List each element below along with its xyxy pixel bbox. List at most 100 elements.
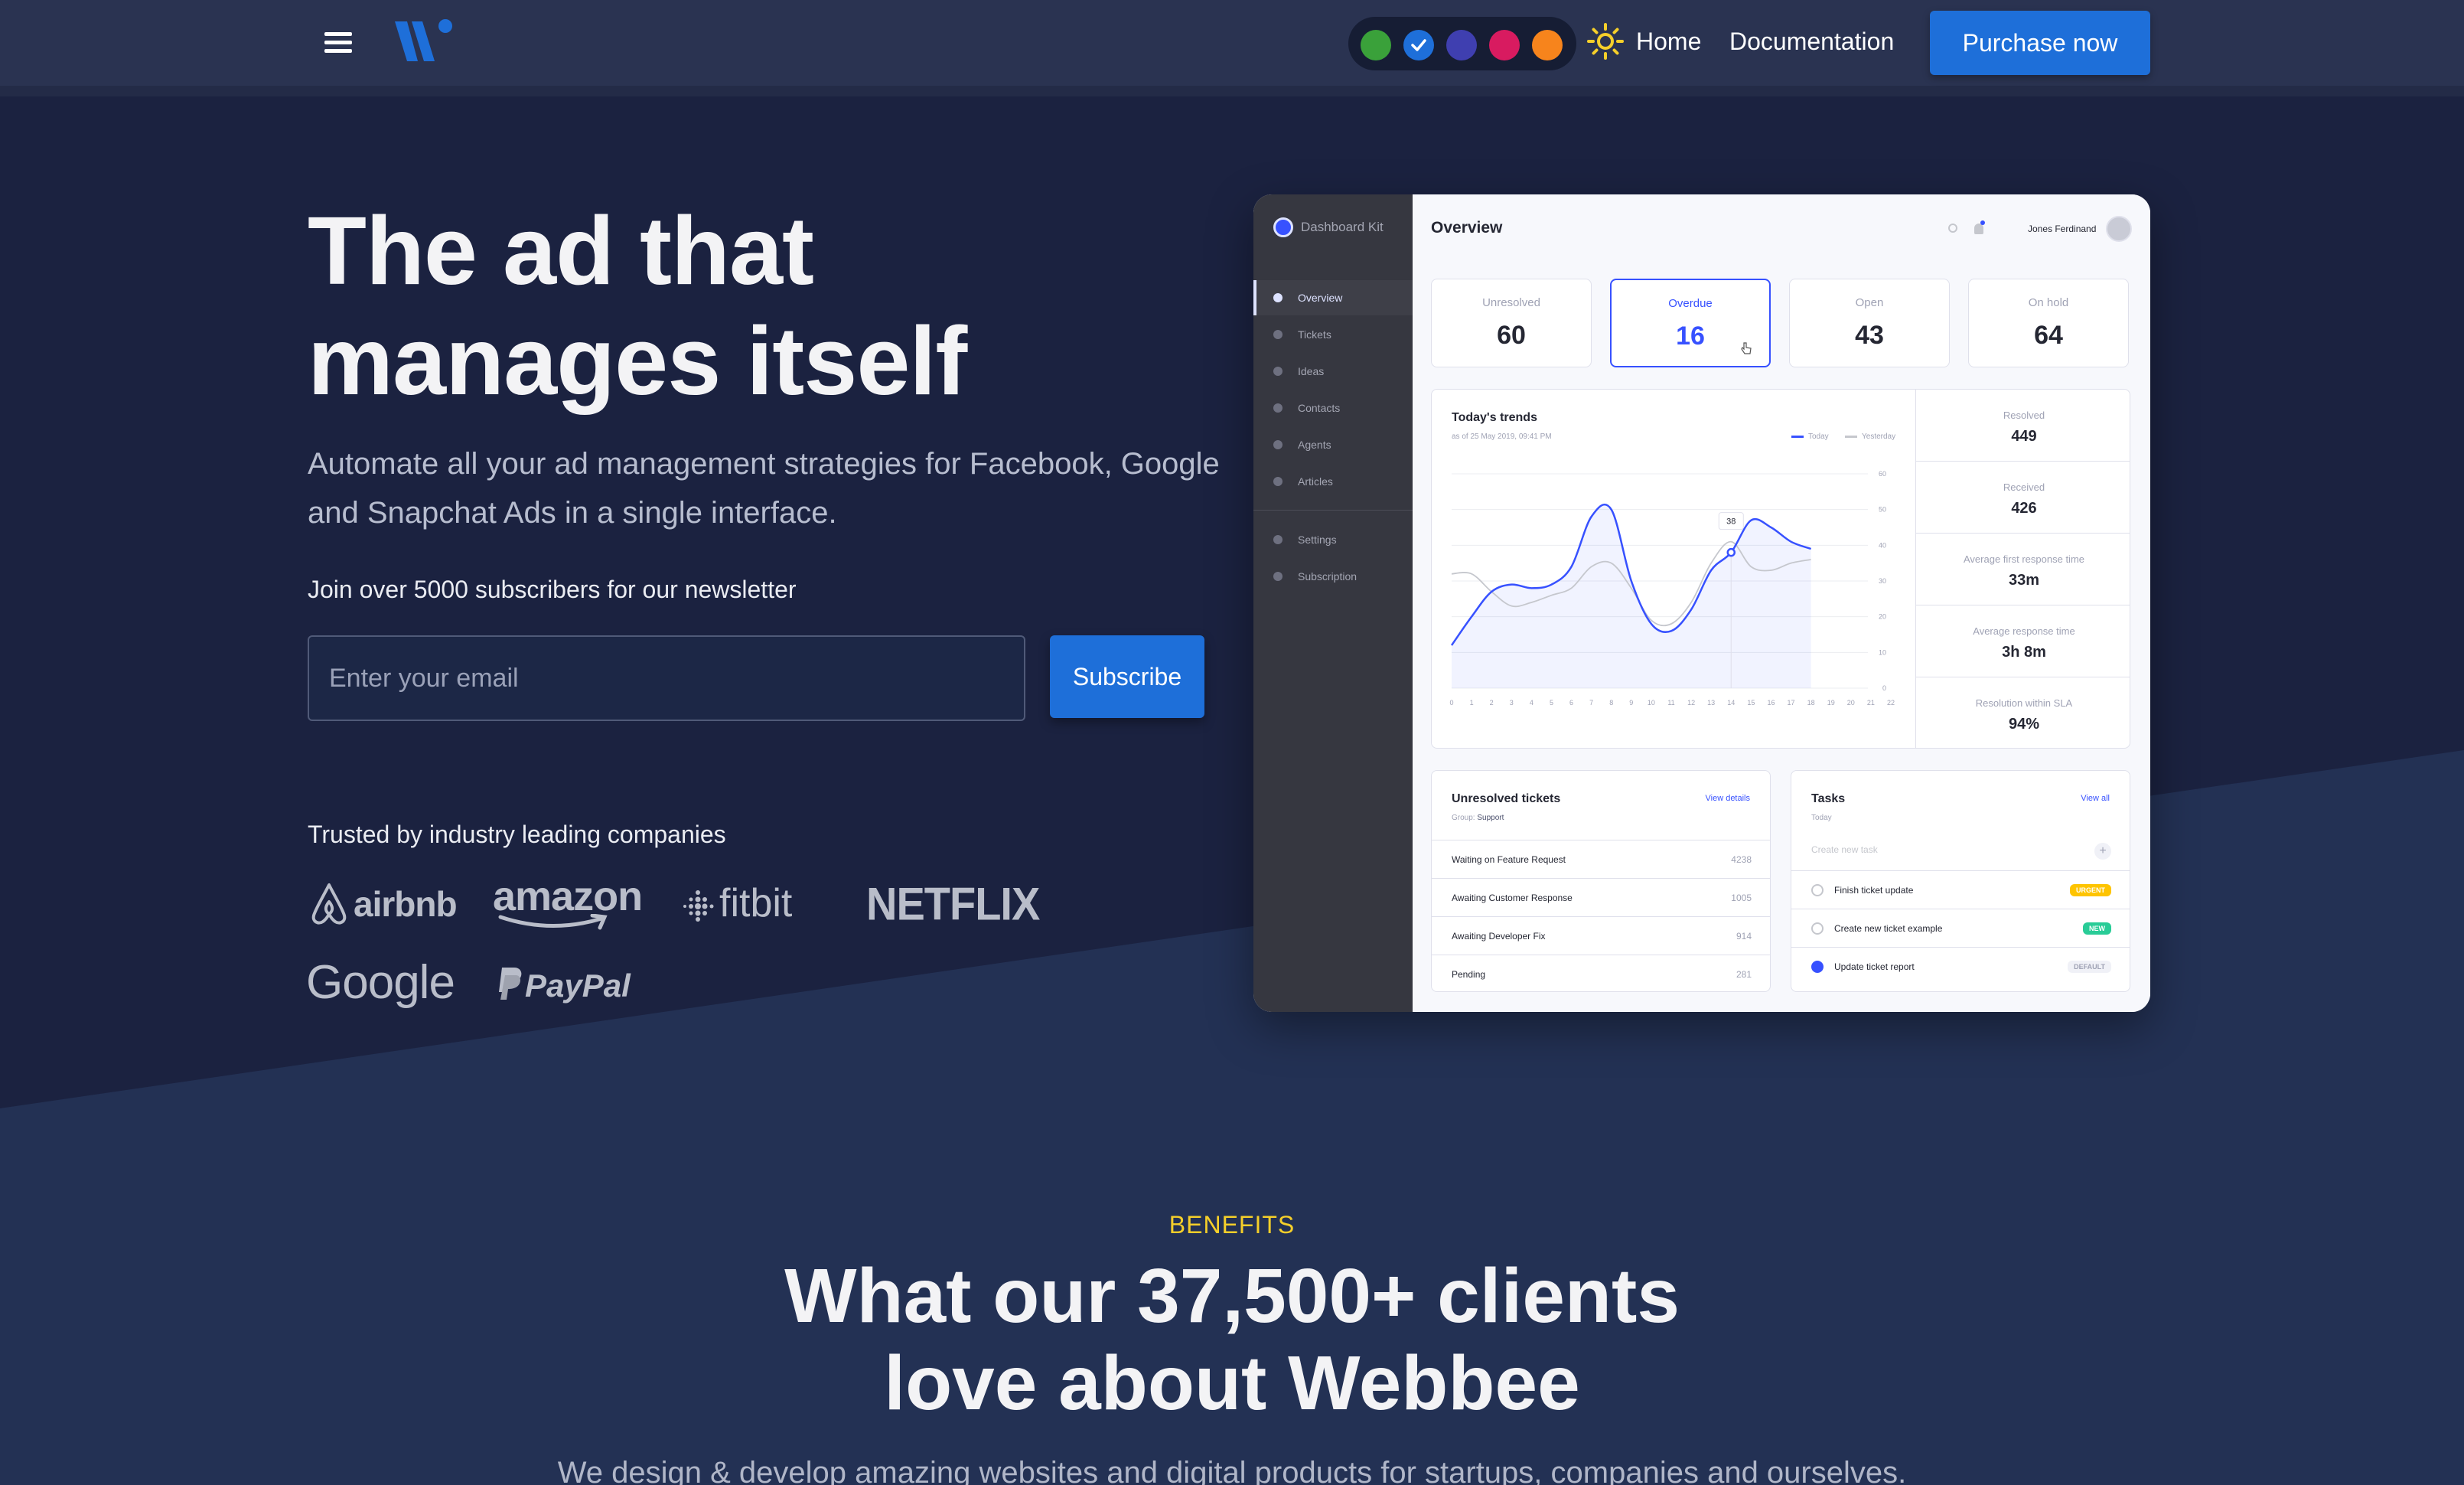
navbar-shadow — [0, 86, 2464, 96]
x-tick-label: 3 — [1510, 699, 1514, 707]
trend-stat-received: Received 426 — [1916, 462, 2130, 534]
theme-swatch-orange[interactable] — [1532, 30, 1563, 60]
purchase-button[interactable]: Purchase now — [1930, 11, 2150, 75]
sidebar-item-tickets[interactable]: Tickets — [1253, 317, 1413, 352]
task-item[interactable]: Finish ticket update URGENT — [1791, 870, 2130, 909]
hero-headline: The ad that manages itself — [308, 196, 1302, 416]
email-input[interactable] — [308, 635, 1025, 721]
amazon-smile-icon — [498, 914, 608, 930]
benefits-tag: BENEFITS — [1168, 1211, 1296, 1239]
add-task-button[interactable]: + — [2094, 843, 2111, 860]
trend-stat-value: 33m — [2008, 572, 2040, 589]
stat-label: On hold — [2028, 296, 2069, 309]
sidebar-item-label: Articles — [1298, 475, 1333, 488]
trends-card: Today's trends as of 25 May 2019, 09:41 … — [1431, 389, 2130, 749]
x-tick-label: 21 — [1867, 699, 1875, 707]
card-subtitle: Today — [1811, 814, 1832, 822]
subscribe-button[interactable]: Subscribe — [1050, 635, 1204, 718]
view-details-link[interactable]: View details — [1706, 794, 1751, 803]
new-task-input[interactable]: Create new task — [1811, 844, 1878, 855]
task-checkbox[interactable] — [1811, 922, 1824, 935]
group-label: Group: — [1452, 814, 1475, 822]
trends-date: as of 25 May 2019, 09:41 PM — [1452, 432, 1552, 441]
trends-stats: Resolved 449 Received 426 Average first re… — [1915, 390, 2130, 748]
trend-stat-value: 94% — [2008, 716, 2040, 733]
list-item[interactable]: Waiting on Feature Request 4238 — [1432, 840, 1770, 878]
stat-label: Overdue — [1668, 297, 1713, 310]
y-tick-label: 50 — [1879, 506, 1886, 514]
avatar[interactable] — [2106, 216, 2132, 242]
theme-swatch-blue[interactable] — [1403, 30, 1434, 60]
trend-stat-value: 3h 8m — [2002, 644, 2046, 661]
x-tick-label: 5 — [1550, 699, 1553, 707]
bell-icon[interactable] — [1974, 224, 1983, 234]
chart-tooltip-label: 38 — [1726, 517, 1736, 527]
x-tick-label: 8 — [1609, 699, 1613, 707]
stat-label: Unresolved — [1482, 296, 1540, 309]
trend-stat-label: Received — [2003, 481, 2045, 493]
sidebar-item-articles[interactable]: Articles — [1253, 464, 1413, 499]
airbnb-icon — [311, 883, 347, 925]
menu-icon[interactable] — [321, 29, 355, 57]
dashboard-brand: Dashboard Kit — [1273, 217, 1384, 237]
x-tick-label: 14 — [1727, 699, 1735, 707]
list-item[interactable]: Awaiting Customer Response 1005 — [1432, 878, 1770, 916]
sidebar-item-agents[interactable]: Agents — [1253, 427, 1413, 462]
y-tick-label: 30 — [1879, 577, 1886, 585]
x-tick-label: 0 — [1449, 699, 1453, 707]
task-item[interactable]: Update ticket report DEFAULT — [1791, 947, 2130, 985]
x-tick-label: 12 — [1687, 699, 1695, 707]
x-tick-label: 9 — [1629, 699, 1633, 707]
task-checkbox-checked[interactable] — [1811, 960, 1824, 973]
user-name: Jones Ferdinand — [2028, 224, 2097, 234]
dashboard-title: Overview — [1431, 219, 1503, 237]
ticket-name: Waiting on Feature Request — [1452, 853, 1566, 865]
logo-icon[interactable] — [392, 17, 461, 67]
ticket-name: Awaiting Customer Response — [1452, 892, 1573, 903]
trend-stat-first-response: Average first response time 33m — [1916, 534, 2130, 605]
sidebar-item-subscription[interactable]: Subscription — [1253, 559, 1413, 594]
view-all-link[interactable]: View all — [2081, 794, 2110, 803]
notification-dot — [1980, 220, 1985, 225]
stat-value: 64 — [2034, 321, 2063, 350]
hero-headline-line2: manages itself — [308, 307, 967, 415]
search-icon[interactable] — [1948, 224, 1957, 233]
card-subtitle: Group: Support — [1452, 814, 1504, 822]
sidebar-item-label: Ideas — [1298, 365, 1325, 377]
stat-label: Open — [1855, 296, 1884, 309]
stat-card-overdue[interactable]: Overdue 16 — [1610, 279, 1771, 367]
y-tick-label: 0 — [1882, 684, 1886, 692]
x-tick-label: 18 — [1807, 699, 1815, 707]
chart-hover-point — [1726, 547, 1736, 557]
nav-link-home[interactable]: Home — [1636, 28, 1701, 56]
legend-yesterday: Yesterday — [1845, 432, 1895, 441]
sidebar-item-ideas[interactable]: Ideas — [1253, 354, 1413, 389]
theme-swatch-indigo[interactable] — [1446, 30, 1477, 60]
nav-link-documentation[interactable]: Documentation — [1729, 28, 1894, 56]
sidebar-item-contacts[interactable]: Contacts — [1253, 390, 1413, 426]
sidebar-item-overview[interactable]: Overview — [1253, 280, 1413, 315]
tickets-icon — [1273, 330, 1283, 339]
chart-area-today — [1452, 504, 1811, 688]
legend-today: Today — [1791, 432, 1829, 441]
status-badge: DEFAULT — [2068, 960, 2111, 973]
benefits-heading-line2: love about Webbee — [884, 1340, 1580, 1426]
theme-swatch-pink[interactable] — [1489, 30, 1520, 60]
theme-swatch-green[interactable] — [1361, 30, 1391, 60]
sun-icon[interactable] — [1587, 23, 1624, 60]
stat-card-unresolved[interactable]: Unresolved 60 — [1431, 279, 1592, 367]
card-title: Tasks — [1811, 792, 1846, 805]
legend-today-label: Today — [1808, 432, 1829, 441]
x-tick-label: 10 — [1648, 699, 1655, 707]
sidebar-item-settings[interactable]: Settings — [1253, 522, 1413, 557]
brand-google: Google — [306, 956, 455, 1009]
hero-headline-line1: The ad that — [308, 197, 814, 305]
task-item[interactable]: Create new ticket example NEW — [1791, 909, 2130, 947]
stat-value: 60 — [1497, 321, 1526, 350]
list-item[interactable]: Pending 281 — [1432, 955, 1770, 991]
task-checkbox[interactable] — [1811, 883, 1824, 896]
trends-title: Today's trends — [1452, 411, 1537, 424]
stat-card-open[interactable]: Open 43 — [1789, 279, 1950, 367]
list-item[interactable]: Awaiting Developer Fix 914 — [1432, 916, 1770, 955]
stat-card-on-hold[interactable]: On hold 64 — [1968, 279, 2129, 367]
